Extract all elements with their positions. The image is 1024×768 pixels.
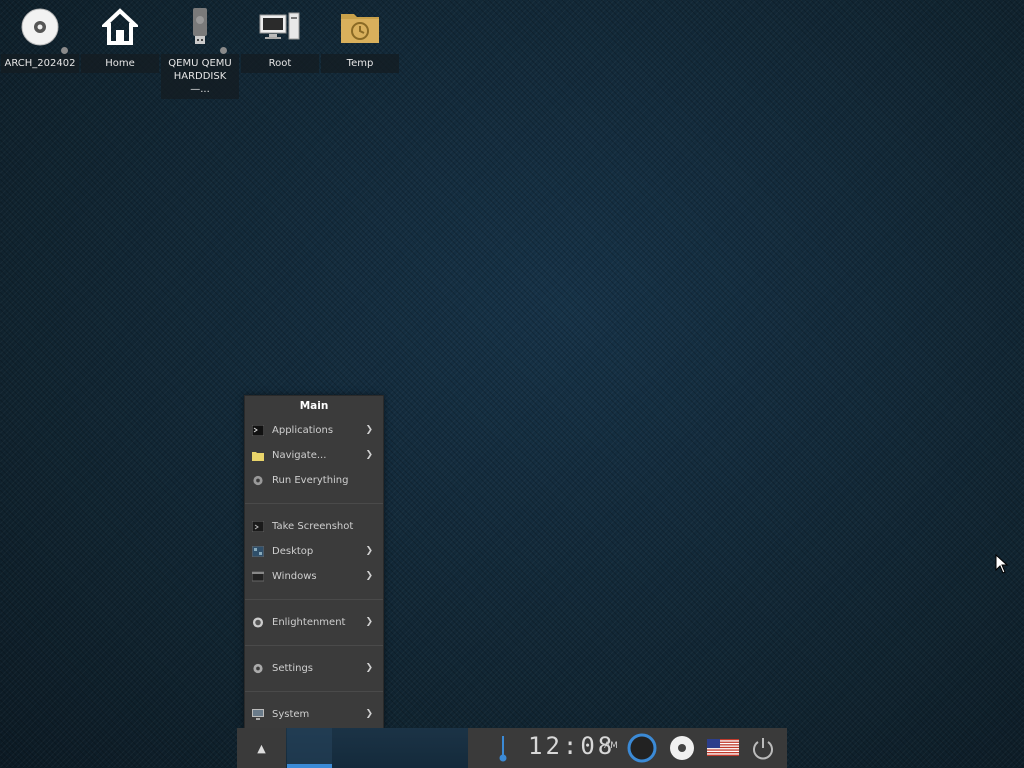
folder-clock-icon: [321, 0, 399, 54]
desktop-icon: [252, 546, 264, 557]
virtual-desktop-4[interactable]: [425, 728, 468, 768]
desktop-icon-label: Temp: [321, 54, 399, 73]
screenshot-icon: [252, 521, 264, 532]
removable-media-icon[interactable]: [669, 735, 695, 761]
thermometer-icon[interactable]: [498, 734, 508, 762]
enlightenment-icon: [252, 617, 264, 628]
chevron-up-icon: ▲: [257, 741, 266, 755]
mouse-cursor-icon: [995, 554, 1009, 574]
menu-item-label: Navigate...: [272, 450, 327, 461]
virtual-desktop-2[interactable]: [333, 728, 378, 768]
mount-status-dot: [61, 47, 68, 54]
cpu-monitor-icon[interactable]: [627, 733, 657, 763]
menu-item-system[interactable]: System ❯: [245, 702, 383, 727]
clock-ampm: AM: [604, 741, 618, 751]
desktop-icon-arch[interactable]: ARCH_202402: [1, 0, 79, 73]
menu-item-label: Desktop: [272, 546, 314, 557]
menu-item-label: Applications: [272, 425, 334, 436]
menu-item-enlightenment[interactable]: Enlightenment ❯: [245, 610, 383, 635]
chevron-right-icon: ❯: [365, 450, 373, 460]
menu-item-take-screenshot[interactable]: Take Screenshot: [245, 514, 383, 539]
desktop-icon-home[interactable]: Home: [81, 0, 159, 73]
usb-drive-icon: [161, 0, 239, 54]
menu-separator: [245, 691, 383, 692]
gear-icon: [253, 475, 263, 486]
start-menu-button[interactable]: ▲: [237, 728, 286, 768]
terminal-icon: [252, 425, 264, 436]
virtual-desktop-3[interactable]: [379, 728, 424, 768]
desktop-icon-root[interactable]: Root: [241, 0, 319, 73]
main-menu: Main Applications ❯ Navigate... ❯ Run Ev…: [244, 395, 384, 730]
power-icon[interactable]: [750, 735, 776, 761]
menu-item-label: Run Everything: [272, 475, 349, 486]
home-icon: [81, 0, 159, 54]
desktop-icon-qemu-harddisk[interactable]: QEMU QEMU HARDDISK—...: [161, 0, 239, 99]
menu-item-desktop[interactable]: Desktop ❯: [245, 539, 383, 564]
chevron-right-icon: ❯: [365, 571, 373, 581]
chevron-right-icon: ❯: [365, 546, 373, 556]
menu-item-navigate[interactable]: Navigate... ❯: [245, 443, 383, 468]
menu-item-label: Take Screenshot: [272, 521, 354, 532]
chevron-right-icon: ❯: [365, 709, 373, 719]
computer-icon: [241, 0, 319, 54]
desktop-icon-label: QEMU QEMU HARDDISK—...: [161, 54, 239, 99]
settings-icon: [253, 663, 263, 674]
shelf-gadgets: 12:08 AM: [468, 728, 787, 768]
cd-icon: [1, 0, 79, 54]
menu-separator: [245, 599, 383, 600]
menu-separator: [245, 645, 383, 646]
mount-status-dot: [220, 47, 227, 54]
windows-icon: [252, 571, 264, 582]
menu-item-label: System: [272, 709, 310, 720]
menu-title: Main: [299, 400, 329, 412]
chevron-right-icon: ❯: [365, 663, 373, 673]
folder-icon: [252, 452, 264, 461]
desktop-icon-label: ARCH_202402: [1, 54, 79, 73]
clock-time[interactable]: 12:08: [528, 732, 615, 760]
desktop-icon-label: Home: [81, 54, 159, 73]
desktop-icon-temp[interactable]: Temp: [321, 0, 399, 73]
monitor-icon: [252, 709, 264, 720]
menu-item-label: Settings: [272, 663, 314, 674]
keyboard-layout-us-flag-icon[interactable]: [707, 739, 739, 756]
menu-item-windows[interactable]: Windows ❯: [245, 564, 383, 589]
chevron-right-icon: ❯: [365, 617, 373, 627]
virtual-desktop-1[interactable]: [287, 728, 332, 768]
menu-item-settings[interactable]: Settings ❯: [245, 656, 383, 681]
menu-item-label: Windows: [272, 571, 317, 582]
chevron-right-icon: ❯: [365, 425, 373, 435]
menu-item-label: Enlightenment: [272, 617, 346, 628]
menu-separator: [245, 503, 383, 504]
menu-item-applications[interactable]: Applications ❯: [245, 418, 383, 443]
menu-item-run-everything[interactable]: Run Everything: [245, 468, 383, 493]
desktop-icon-label: Root: [241, 54, 319, 73]
shelf-pager: ▲: [237, 728, 468, 768]
active-desktop-indicator: [287, 764, 332, 768]
